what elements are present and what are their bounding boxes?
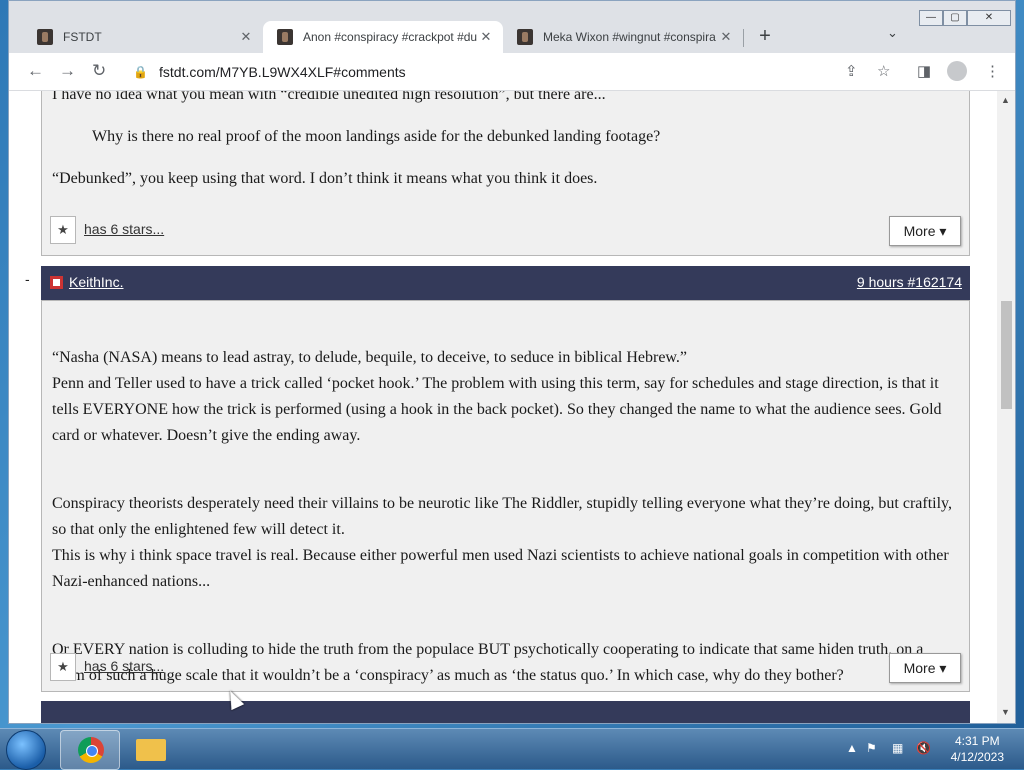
tab-title: Anon #conspiracy #crackpot #du: [303, 30, 477, 44]
tray-flag-icon[interactable]: ⚑: [866, 741, 877, 755]
taskbar: ▲ ⚑ ▦ 🔇 4:31 PM 4/12/2023: [0, 728, 1024, 770]
comment-paragraph: “Nasha (NASA) means to lead astray, to d…: [52, 349, 942, 444]
address-url: fstdt.com/M7YB.L9WX4XLF#comments: [159, 63, 406, 80]
back-icon[interactable]: ←: [27, 61, 44, 81]
tab-strip: FSTDT ✕ Anon #conspiracy #crackpot #du ✕…: [9, 1, 1015, 53]
scroll-down-arrow-icon[interactable]: ▼: [1001, 707, 1010, 717]
maximize-button[interactable]: ▢: [943, 10, 967, 26]
start-button[interactable]: [6, 730, 46, 770]
tab-anon-active[interactable]: Anon #conspiracy #crackpot #du ✕: [263, 21, 503, 53]
tab-fstdt[interactable]: FSTDT ✕: [23, 21, 263, 53]
share-icon[interactable]: ⇪: [845, 62, 858, 80]
new-tab-button[interactable]: +: [753, 25, 777, 48]
tray-network-icon[interactable]: ▦: [892, 741, 903, 755]
tab-meka-wixon[interactable]: Meka Wixon #wingnut #conspira ✕: [503, 21, 743, 53]
more-button[interactable]: More ▾: [889, 216, 961, 246]
stars-count-link[interactable]: has 6 stars...: [84, 658, 164, 674]
tab-favicon-icon: [277, 29, 293, 45]
reload-icon[interactable]: ↻: [92, 61, 106, 81]
forward-icon[interactable]: →: [59, 61, 76, 81]
lock-icon: 🔒: [133, 64, 148, 79]
tray-volume-muted-icon[interactable]: 🔇: [916, 741, 931, 755]
page-scrollbar[interactable]: ▲ ▼: [997, 91, 1015, 723]
tab-favicon-icon: [517, 29, 533, 45]
comment-header-next: [41, 701, 970, 723]
profile-avatar[interactable]: [947, 61, 967, 81]
bookmark-star-icon[interactable]: ☆: [877, 62, 890, 80]
permalink-timestamp[interactable]: 9 hours #162174: [857, 274, 962, 290]
collapse-toggle[interactable]: -: [25, 271, 30, 287]
browser-toolbar: ← → ↻ 🔒 fstdt.com/M7YB.L9WX4XLF#comments…: [9, 53, 1015, 91]
scroll-up-arrow-icon[interactable]: ▲: [1001, 95, 1010, 105]
more-button[interactable]: More ▾: [889, 653, 961, 683]
star-icon[interactable]: ★: [50, 216, 76, 244]
tab-search-icon[interactable]: ⌄: [887, 25, 898, 41]
taskbar-explorer[interactable]: [122, 730, 180, 768]
window-controls: — ▢ ✕: [919, 10, 1011, 28]
user-flag-icon: [50, 276, 63, 289]
comment-post: “Nasha (NASA) means to lead astray, to d…: [41, 300, 970, 692]
taskbar-clock[interactable]: 4:31 PM 4/12/2023: [951, 733, 1004, 765]
comment-quote: Why is there no real proof of the moon l…: [92, 128, 661, 145]
comment-paragraph: I have no idea what you mean with “credi…: [52, 91, 606, 103]
comment-footer: ★ has 6 stars... More ▾: [50, 653, 961, 683]
comment-paragraph: Conspiracy theorists desperately need th…: [52, 495, 953, 590]
browser-window: FSTDT ✕ Anon #conspiracy #crackpot #du ✕…: [8, 0, 1016, 724]
side-panel-icon[interactable]: ◨: [917, 62, 931, 80]
tab-close-icon[interactable]: ✕: [477, 29, 495, 45]
tab-title: Meka Wixon #wingnut #conspira: [543, 30, 716, 44]
clock-date: 4/12/2023: [950, 750, 1004, 764]
minimize-button[interactable]: —: [919, 10, 943, 26]
tab-title: FSTDT: [63, 30, 102, 44]
comment-body: I have no idea what you mean with “credi…: [42, 91, 969, 192]
comment-header: KeithInc. 9 hours #162174: [41, 266, 970, 300]
menu-kebab-icon[interactable]: ⋮: [985, 62, 1000, 80]
tab-separator: [743, 29, 744, 47]
clock-time: 4:31 PM: [954, 734, 1000, 748]
page-content: I have no idea what you mean with “credi…: [9, 91, 997, 723]
taskbar-chrome[interactable]: [60, 730, 120, 770]
tab-favicon-icon: [37, 29, 53, 45]
tab-close-icon[interactable]: ✕: [717, 29, 735, 45]
window-close-button[interactable]: ✕: [967, 10, 1011, 26]
author-link[interactable]: KeithInc.: [69, 274, 123, 290]
address-bar[interactable]: 🔒 fstdt.com/M7YB.L9WX4XLF#comments: [127, 57, 899, 86]
comment-post: I have no idea what you mean with “credi…: [41, 91, 970, 256]
comment-paragraph: “Debunked”, you keep using that word. I …: [52, 170, 598, 187]
comment-footer: ★ has 6 stars... More ▾: [50, 216, 961, 246]
scroll-thumb[interactable]: [1001, 301, 1012, 409]
star-icon[interactable]: ★: [50, 653, 76, 681]
folder-icon: [136, 739, 166, 761]
tab-close-icon[interactable]: ✕: [237, 29, 255, 45]
stars-count-link[interactable]: has 6 stars...: [84, 221, 164, 237]
chrome-icon: [78, 737, 104, 763]
tray-expand-icon[interactable]: ▲: [846, 741, 858, 755]
